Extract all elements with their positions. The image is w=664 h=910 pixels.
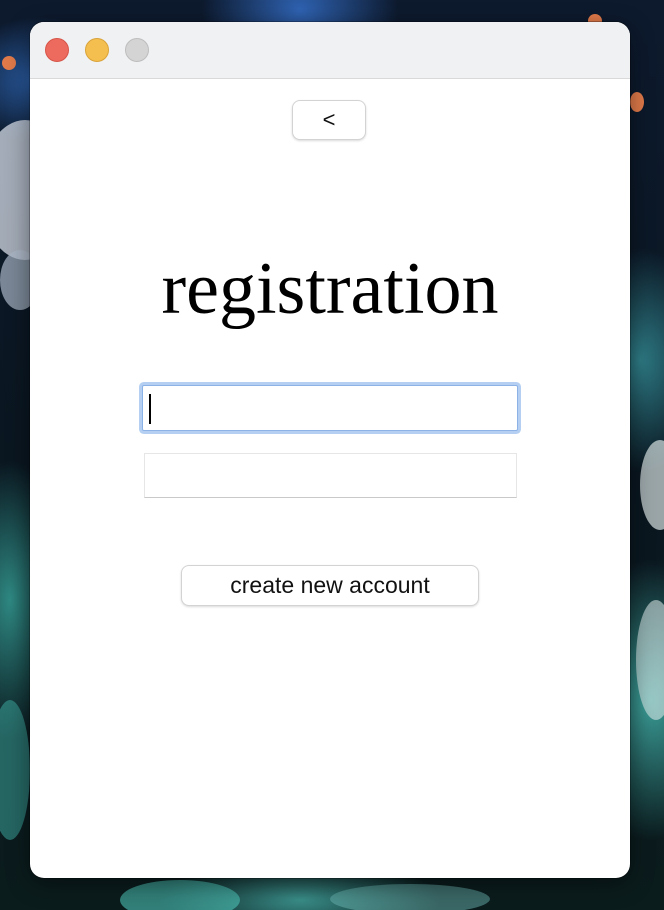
- zoom-window-button[interactable]: [125, 38, 149, 62]
- back-button[interactable]: <: [292, 100, 366, 140]
- title-bar: [30, 22, 630, 79]
- username-input[interactable]: [142, 385, 518, 431]
- registration-window: < registration create new account: [30, 22, 630, 878]
- minimize-window-button[interactable]: [85, 38, 109, 62]
- page-title: registration: [161, 248, 499, 330]
- create-account-button[interactable]: create new account: [181, 565, 479, 606]
- password-input[interactable]: [144, 453, 517, 498]
- text-cursor: [149, 394, 151, 424]
- close-window-button[interactable]: [45, 38, 69, 62]
